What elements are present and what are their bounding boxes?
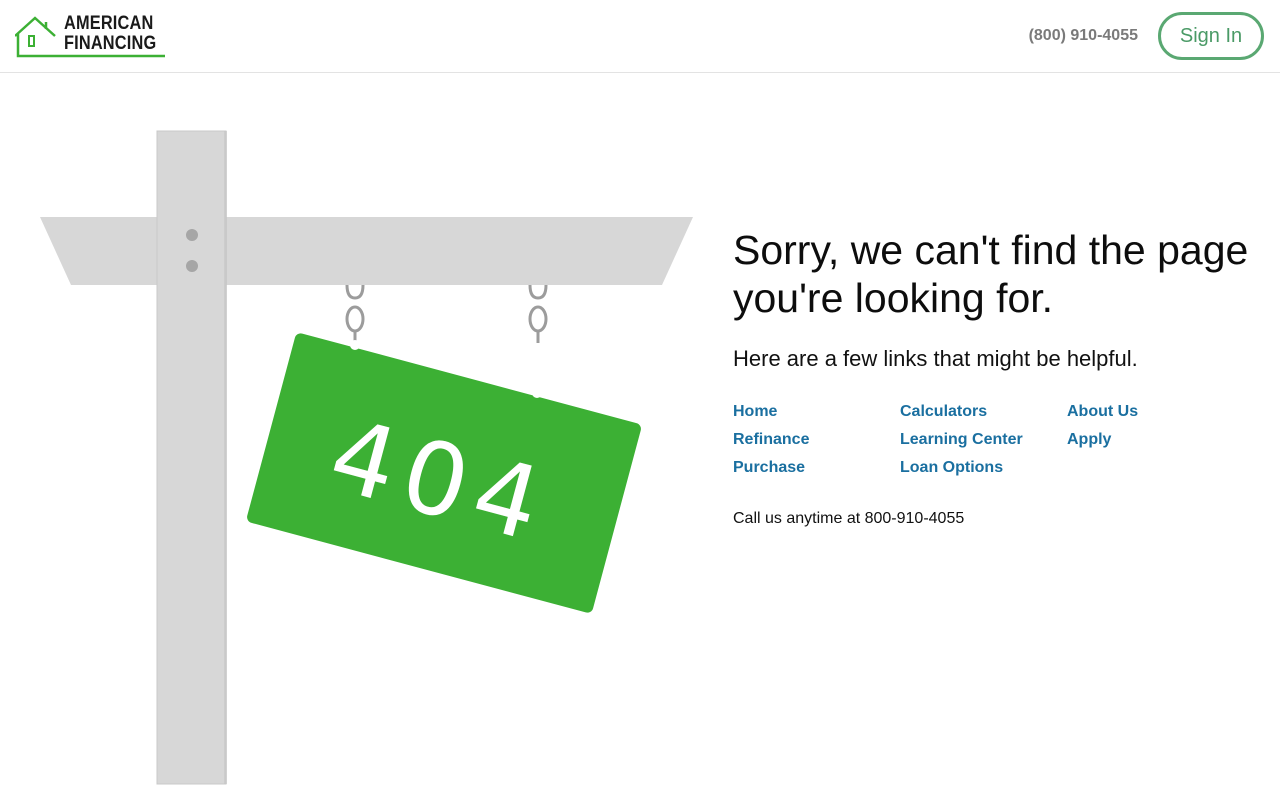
link-loan-options[interactable]: Loan Options [900,458,1067,478]
chain-right [528,284,548,343]
link-purchase[interactable]: Purchase [733,458,900,478]
sign-post [156,130,227,785]
sign-hole [532,388,542,398]
error-content: Sorry, we can't find the page you're loo… [733,226,1253,528]
sign-hole [350,340,360,350]
site-header: AMERICAN FINANCING (800) 910-4055 Sign I… [0,0,1280,73]
link-refinance[interactable]: Refinance [733,430,900,450]
brand-name-line1: AMERICAN [64,13,154,34]
page-title: Sorry, we can't find the page you're loo… [733,227,1249,321]
sign-crossbar [40,217,693,285]
post-bolt [186,260,198,272]
chain-left [345,284,365,341]
link-about-us[interactable]: About Us [1067,402,1234,422]
post-bolt [186,229,198,241]
link-home[interactable]: Home [733,402,900,422]
link-calculators[interactable]: Calculators [900,402,1067,422]
link-apply[interactable]: Apply [1067,430,1234,450]
helpful-links: Home Calculators About Us Refinance Lear… [733,402,1253,478]
real-estate-sign-illustration: 404 [40,130,693,785]
helpful-links-intro: Here are a few links that might be helpf… [733,346,1138,371]
header-phone-link[interactable]: (800) 910-4055 [1029,27,1138,45]
link-learning-center[interactable]: Learning Center [900,430,1067,450]
sign-in-button[interactable]: Sign In [1158,12,1264,60]
brand-name-line2: FINANCING [64,33,157,54]
brand-name: AMERICAN FINANCING [64,14,156,54]
call-us-text: Call us anytime at 800-910-4055 [733,510,965,527]
